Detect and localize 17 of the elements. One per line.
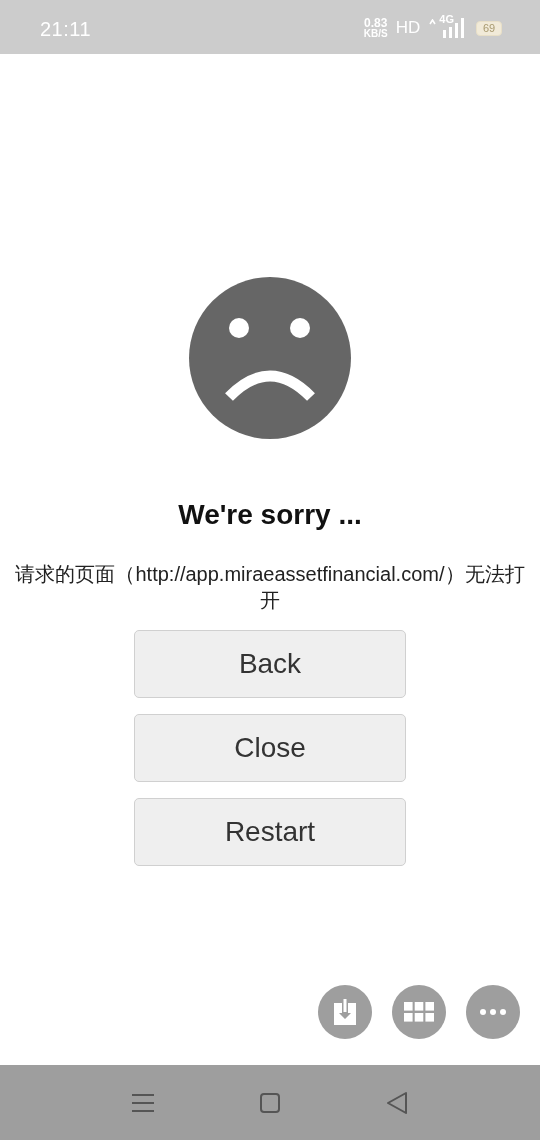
back-icon[interactable] [386, 1090, 408, 1115]
action-button[interactable]: Restart [134, 798, 406, 866]
grid-icon [404, 1002, 434, 1022]
error-message: 请求的页面（http://app.miraeassetfinancial.com/）无法打开 [14, 562, 526, 613]
more-icon [480, 1009, 506, 1015]
sad-face-icon [189, 277, 351, 439]
download-button[interactable] [318, 985, 372, 1039]
action-button[interactable]: Back [134, 630, 406, 698]
download-icon [334, 999, 356, 1025]
uplink-icon [429, 19, 437, 25]
more-button[interactable] [466, 985, 520, 1039]
action-button[interactable]: Close [134, 714, 406, 782]
home-icon[interactable] [260, 1092, 280, 1113]
battery-icon: 69 [476, 20, 502, 36]
error-title: We're sorry ... [178, 499, 362, 531]
grid-button[interactable] [392, 985, 446, 1039]
menu-icon[interactable] [132, 1093, 154, 1112]
